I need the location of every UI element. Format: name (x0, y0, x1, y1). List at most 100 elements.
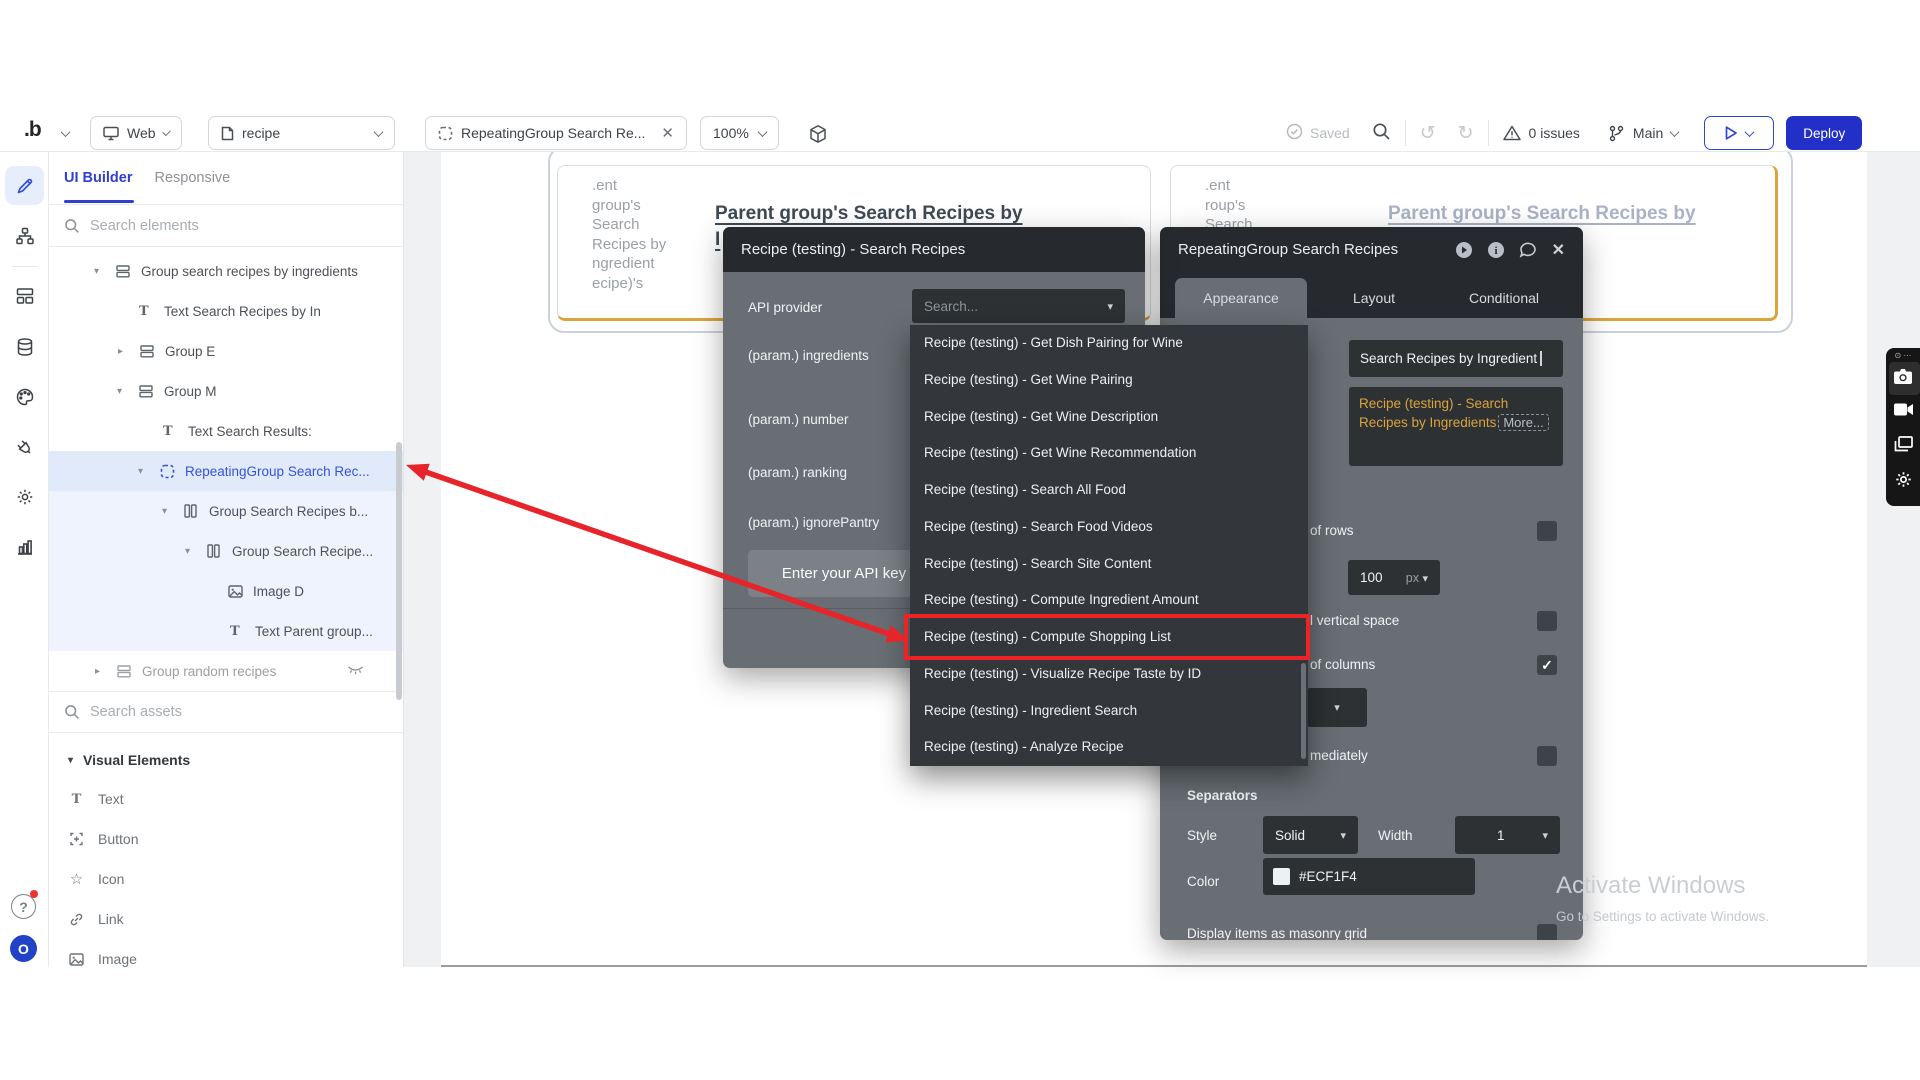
tree-item-repeatinggroup-search-rec[interactable]: ▾RepeatingGroup Search Rec... (49, 451, 403, 491)
tab-responsive[interactable]: Responsive (154, 170, 230, 186)
checkbox-of-rows[interactable] (1537, 521, 1557, 541)
settings-gear-icon[interactable] (1886, 470, 1920, 489)
chat-bubble-button[interactable]: O (10, 935, 37, 962)
unit-dropdown[interactable]: px ▾ (1406, 571, 1428, 585)
sidebar-scrollbar[interactable] (396, 442, 402, 700)
tree-collapse-arrow-icon[interactable]: ▾ (117, 386, 139, 397)
preview-button[interactable] (1704, 116, 1774, 150)
columns-count-dropdown[interactable]: ▾ (1307, 688, 1367, 727)
cell-text-left[interactable]: .entgroup'sSearchRecipes byngredientecip… (592, 176, 722, 293)
data-source-expression[interactable]: Recipe (testing) - Search Recipes by Ing… (1359, 396, 1508, 430)
tree-item-group-search-recipe[interactable]: ▾Group Search Recipe... (49, 531, 403, 571)
cell-heading-right[interactable]: Parent group's Search Recipes by (1388, 203, 1696, 225)
branch-selector[interactable]: Main (1608, 125, 1678, 142)
checkbox-l-vertical-space[interactable] (1537, 611, 1557, 631)
play-circle-icon[interactable] (1455, 241, 1473, 259)
dropdown-option-recipe-testing-analyze-recipe[interactable]: Recipe (testing) - Analyze Recipe (910, 729, 1308, 766)
search-elements-input[interactable] (90, 218, 340, 234)
masonry-checkbox[interactable] (1537, 924, 1557, 940)
close-icon[interactable]: ✕ (1552, 240, 1565, 260)
tab-layout[interactable]: Layout (1320, 278, 1428, 318)
tree-collapse-arrow-icon[interactable]: ▾ (94, 266, 116, 277)
tree-item-group-e[interactable]: ▸Group E (49, 331, 403, 371)
tree-collapse-arrow-icon[interactable]: ▾ (185, 546, 207, 557)
palette-item-icon[interactable]: ☆Icon (49, 859, 403, 899)
dropdown-option-recipe-testing-get-dish-pairing-for-wine[interactable]: Recipe (testing) - Get Dish Pairing for … (910, 325, 1308, 362)
deploy-button[interactable]: Deploy (1786, 116, 1862, 150)
tree-item-label: Group Search Recipes b... (209, 504, 368, 519)
undo-icon[interactable]: ↺ (1420, 122, 1436, 144)
settings-rail-button[interactable] (5, 477, 44, 516)
tree-collapse-arrow-icon[interactable]: ▾ (162, 506, 184, 517)
checkbox-of-columns[interactable]: ✓ (1537, 655, 1557, 675)
issues-indicator[interactable]: 0 issues (1503, 125, 1580, 141)
search-icon[interactable] (1372, 122, 1391, 144)
video-icon[interactable] (1886, 402, 1920, 417)
close-tab-icon[interactable]: ✕ (661, 124, 674, 142)
tree-item-group-random-recipes[interactable]: ▸Group random recipes (49, 651, 403, 691)
dropdown-option-recipe-testing-search-site-content[interactable]: Recipe (testing) - Search Site Content (910, 546, 1308, 583)
palette-item-button[interactable]: Button (49, 819, 403, 859)
dropdown-option-recipe-testing-search-food-videos[interactable]: Recipe (testing) - Search Food Videos (910, 509, 1308, 546)
plugins-rail-button[interactable] (5, 428, 44, 467)
dropdown-option-recipe-testing-ingredient-search[interactable]: Recipe (testing) - Ingredient Search (910, 693, 1308, 730)
tree-item-group-m[interactable]: ▾Group M (49, 371, 403, 411)
separator-color-field[interactable]: #ECF1F4 (1263, 858, 1475, 895)
palette-item-text[interactable]: TText (49, 779, 403, 819)
dropdown-option-recipe-testing-visualize-recipe-taste-by-id[interactable]: Recipe (testing) - Visualize Recipe Tast… (910, 656, 1308, 693)
info-circle-icon[interactable]: i (1487, 241, 1505, 259)
redo-icon[interactable]: ↻ (1458, 122, 1474, 144)
tree-item-text-search-recipes-by-in[interactable]: TText Search Recipes by In (49, 291, 403, 331)
tree-expand-arrow-icon[interactable]: ▸ (118, 346, 140, 357)
bubble-logo[interactable]: .b (24, 118, 41, 142)
element-tab[interactable]: RepeatingGroup Search Re... ✕ (425, 116, 687, 150)
visual-elements-header[interactable]: ▾ Visual Elements (49, 741, 403, 779)
logs-rail-button[interactable] (5, 527, 44, 566)
camera-icon[interactable] (1886, 368, 1920, 385)
tree-item-image-d[interactable]: Image D (49, 571, 403, 611)
api-provider-select[interactable]: Search... ▾ (912, 289, 1125, 323)
cube-icon[interactable] (808, 124, 828, 144)
tree-item-group-search-recipes-by-ingredients[interactable]: ▾Group search recipes by ingredients (49, 251, 403, 291)
ui-builder-rail-button[interactable] (5, 166, 44, 205)
tab-ui-builder[interactable]: UI Builder (64, 170, 132, 186)
row-height-field[interactable]: 100 px ▾ (1348, 560, 1440, 595)
workflow-rail-button[interactable] (5, 216, 44, 255)
dropdown-option-recipe-testing-search-all-food[interactable]: Recipe (testing) - Search All Food (910, 472, 1308, 509)
tree-item-group-search-recipes-b[interactable]: ▾ Group Search Recipes b... (49, 491, 403, 531)
tree-collapse-arrow-icon[interactable]: ▾ (138, 466, 160, 477)
device-selector[interactable]: Web (90, 116, 182, 150)
cell-text-right[interactable]: .entroup'sSearch (1205, 176, 1325, 235)
page-selector[interactable]: recipe (208, 116, 395, 150)
palette-item-image[interactable]: Image (49, 939, 403, 967)
palette-item-link[interactable]: Link (49, 899, 403, 939)
tab-conditional[interactable]: Conditional (1438, 278, 1570, 318)
color-swatch[interactable] (1273, 868, 1290, 885)
comment-icon[interactable] (1519, 241, 1538, 258)
dropdown-option-recipe-testing-get-wine-pairing[interactable]: Recipe (testing) - Get Wine Pairing (910, 362, 1308, 399)
popup1-header[interactable]: Recipe (testing) - Search Recipes (723, 227, 1145, 272)
window-capture-icon[interactable] (1886, 436, 1920, 452)
tree-item-text-search-results[interactable]: TText Search Results: (49, 411, 403, 451)
separator-style-dropdown[interactable]: Solid ▾ (1263, 816, 1358, 854)
toolbar-handle[interactable]: ⊙ ··· (1886, 351, 1920, 360)
popup2-header[interactable]: RepeatingGroup Search Recipes i ✕ (1160, 227, 1583, 272)
zoom-selector[interactable]: 100% (700, 116, 779, 150)
tree-expand-arrow-icon[interactable]: ▸ (95, 666, 117, 677)
dropdown-scrollbar[interactable] (1301, 663, 1306, 759)
checkbox-mediately[interactable] (1537, 746, 1557, 766)
data-rail-button[interactable] (5, 327, 44, 366)
components-rail-button[interactable] (5, 276, 44, 315)
dropdown-option-recipe-testing-get-wine-recommendation[interactable]: Recipe (testing) - Get Wine Recommendati… (910, 435, 1308, 472)
cell-heading-left[interactable]: Parent group's Search Recipes by (715, 203, 1023, 225)
tab-appearance[interactable]: Appearance (1175, 278, 1307, 318)
dropdown-option-recipe-testing-get-wine-description[interactable]: Recipe (testing) - Get Wine Description (910, 399, 1308, 436)
styles-rail-button[interactable] (5, 377, 44, 416)
separator-width-dropdown[interactable]: 1 ▾ (1455, 816, 1560, 854)
tree-item-text-parent-group[interactable]: TText Parent group... (49, 611, 403, 651)
logo-chevron-icon[interactable] (61, 127, 71, 137)
search-assets-input[interactable] (90, 704, 340, 720)
data-source-field[interactable]: Recipe (testing) - Search Recipes by Ing… (1349, 387, 1563, 466)
more-button[interactable]: More... (1498, 414, 1548, 431)
content-type-field[interactable]: Search Recipes by Ingredient (1349, 340, 1563, 377)
